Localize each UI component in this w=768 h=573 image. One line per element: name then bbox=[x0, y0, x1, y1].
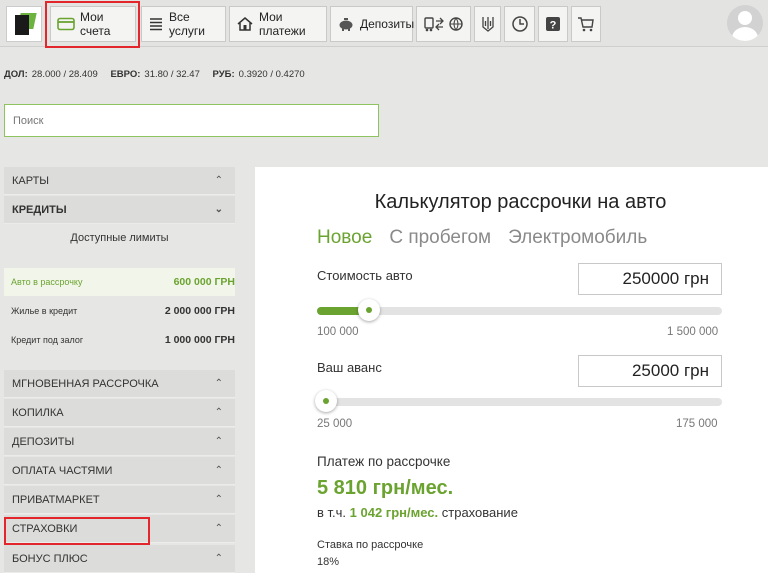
piggy-bank-icon bbox=[339, 18, 353, 31]
advance-max: 175 000 bbox=[676, 418, 718, 430]
highlight-box-insurance bbox=[4, 517, 150, 545]
eur-rate: 31.80 / 32.47 bbox=[144, 69, 200, 80]
sidebar-item-label: МГНОВЕННАЯ РАССРОЧКА bbox=[12, 377, 159, 390]
rub-rate: 0.3920 / 0.4270 bbox=[238, 69, 305, 80]
list-icon bbox=[150, 18, 162, 31]
car-price-slider[interactable] bbox=[317, 299, 722, 321]
nav-help[interactable]: ? bbox=[538, 6, 568, 42]
car-price-min: 100 000 bbox=[317, 326, 359, 338]
sidebar-item-privatmarket[interactable]: ПРИВАТМАРКЕТ ⌃ bbox=[4, 486, 235, 514]
available-limits-title: Доступные лимиты bbox=[70, 232, 169, 244]
rate-value: 18% bbox=[317, 556, 340, 568]
chevron-up-icon: ⌃ bbox=[214, 494, 223, 505]
advance-input[interactable]: 25000 грн bbox=[578, 355, 722, 387]
transport-globe-icon bbox=[424, 17, 463, 32]
sidebar-item-label: БОНУС ПЛЮС bbox=[12, 552, 88, 565]
car-type-tabs: Новое С пробегом Электромобиль bbox=[317, 227, 647, 249]
help-icon: ? bbox=[546, 17, 560, 32]
limit-row-housing[interactable]: Жилье в кредит 2 000 000 ГРН bbox=[4, 297, 235, 325]
tab-electric[interactable]: Электромобиль bbox=[508, 227, 647, 249]
car-price-max: 1 500 000 bbox=[667, 326, 719, 338]
usd-label: ДОЛ: bbox=[4, 69, 28, 80]
limit-row-collateral[interactable]: Кредит под залог 1 000 000 ГРН bbox=[4, 326, 235, 354]
car-price-label: Стоимость авто bbox=[317, 268, 413, 283]
rate-label: Ставка по рассрочке bbox=[317, 539, 424, 551]
nav-timer[interactable] bbox=[504, 6, 535, 42]
avatar-body bbox=[732, 27, 758, 41]
nav-my-payments[interactable]: Мои платежи bbox=[229, 6, 327, 42]
nav-deposits-label: Депозиты bbox=[360, 17, 415, 31]
sidebar-item-label: ОПЛАТА ЧАСТЯМИ bbox=[12, 464, 113, 477]
insurance-line: в т.ч. 1 042 грн/мес. страхование bbox=[317, 505, 518, 520]
tab-used[interactable]: С пробегом bbox=[389, 227, 491, 249]
sidebar-item-cards[interactable]: КАРТЫ ⌃ bbox=[4, 167, 235, 195]
insurance-suffix: страхование bbox=[441, 505, 518, 520]
sidebar-item-piggy-bank[interactable]: КОПИЛКА ⌃ bbox=[4, 399, 235, 427]
chevron-up-icon: ⌃ bbox=[214, 523, 223, 534]
limit-amount: 1 000 000 ГРН bbox=[164, 334, 235, 346]
nav-my-payments-label: Мои платежи bbox=[259, 10, 306, 38]
car-price-input[interactable]: 250000 грн bbox=[578, 263, 722, 295]
sidebar-item-label: КАРТЫ bbox=[12, 174, 50, 187]
nav-deposits[interactable]: Депозиты bbox=[330, 6, 415, 42]
sidebar-item-credits[interactable]: КРЕДИТЫ ⌄ bbox=[4, 196, 235, 224]
user-avatar[interactable] bbox=[727, 5, 763, 41]
chevron-up-icon: ⌃ bbox=[214, 407, 223, 418]
avatar-head bbox=[738, 11, 752, 25]
chevron-up-icon: ⌃ bbox=[214, 553, 223, 564]
nav-all-services-label: Все услуги bbox=[169, 10, 205, 38]
rub-label: РУБ: bbox=[212, 69, 235, 80]
svg-text:?: ? bbox=[550, 20, 557, 32]
payment-label: Платеж по рассрочке bbox=[317, 454, 451, 469]
limit-amount: 2 000 000 ГРН bbox=[164, 305, 235, 317]
calculator-title: Калькулятор рассрочки на авто bbox=[374, 191, 667, 213]
trident-icon bbox=[481, 17, 494, 32]
nav-transport-travel[interactable] bbox=[416, 6, 471, 42]
car-price-slider-handle[interactable] bbox=[358, 299, 381, 321]
tab-new[interactable]: Новое bbox=[317, 227, 372, 249]
limit-label: Жилье в кредит bbox=[11, 306, 78, 316]
sidebar-item-label: КРЕДИТЫ bbox=[12, 203, 67, 216]
monthly-payment-value: 5 810 грн/мес. bbox=[317, 477, 454, 499]
bank-logo[interactable] bbox=[6, 6, 42, 42]
advance-slider[interactable] bbox=[315, 390, 722, 412]
exchange-rates: ДОЛ: 28.000 / 28.409 ЕВРО: 31.80 / 32.47 Р… bbox=[4, 69, 315, 80]
limit-label: Авто в рассрочку bbox=[11, 277, 83, 287]
top-nav-bar: Мои счета Все услуги Мои платежи Депозит… bbox=[0, 0, 768, 48]
chevron-up-icon: ⌃ bbox=[214, 465, 223, 476]
nav-cart[interactable] bbox=[571, 6, 601, 42]
insurance-value: 1 042 грн/мес. bbox=[349, 505, 439, 520]
limit-label: Кредит под залог bbox=[11, 335, 84, 345]
shopping-cart-icon bbox=[578, 17, 594, 32]
sidebar-item-bonus-plus[interactable]: БОНУС ПЛЮС ⌃ bbox=[4, 545, 235, 573]
nav-government[interactable] bbox=[474, 6, 501, 42]
sidebar-item-pay-in-parts[interactable]: ОПЛАТА ЧАСТЯМИ ⌃ bbox=[4, 457, 235, 485]
advance-slider-handle[interactable] bbox=[315, 390, 337, 412]
usd-rate: 28.000 / 28.409 bbox=[31, 69, 98, 80]
chevron-up-icon: ⌃ bbox=[214, 378, 223, 389]
chevron-up-icon: ⌃ bbox=[214, 175, 223, 186]
limit-row-auto[interactable]: Авто в рассрочку 600 000 ГРН bbox=[4, 268, 235, 296]
search-input[interactable] bbox=[4, 104, 379, 137]
nav-all-services[interactable]: Все услуги bbox=[141, 6, 226, 42]
advance-min: 25 000 bbox=[317, 418, 353, 430]
house-icon bbox=[237, 17, 253, 31]
insurance-prefix: в т.ч. bbox=[317, 505, 347, 520]
chevron-up-icon: ⌃ bbox=[214, 436, 223, 447]
sidebar-item-label: КОПИЛКА bbox=[12, 406, 64, 419]
limit-amount: 600 000 ГРН bbox=[173, 276, 235, 288]
clock-icon bbox=[511, 16, 528, 32]
sidebar-item-label: ПРИВАТМАРКЕТ bbox=[12, 493, 100, 506]
eur-label: ЕВРО: bbox=[110, 69, 141, 80]
logo-black-mark bbox=[15, 15, 29, 35]
sidebar-item-deposits[interactable]: ДЕПОЗИТЫ ⌃ bbox=[4, 428, 235, 456]
sidebar-item-instant-installment[interactable]: МГНОВЕННАЯ РАССРОЧКА ⌃ bbox=[4, 370, 235, 398]
highlight-box-my-accounts bbox=[45, 1, 140, 48]
advance-label: Ваш аванс bbox=[317, 360, 382, 375]
sidebar-item-label: ДЕПОЗИТЫ bbox=[12, 435, 75, 448]
chevron-down-icon: ⌄ bbox=[214, 204, 223, 215]
auto-installment-calculator: Калькулятор рассрочки на авто Новое С пр… bbox=[255, 167, 768, 573]
